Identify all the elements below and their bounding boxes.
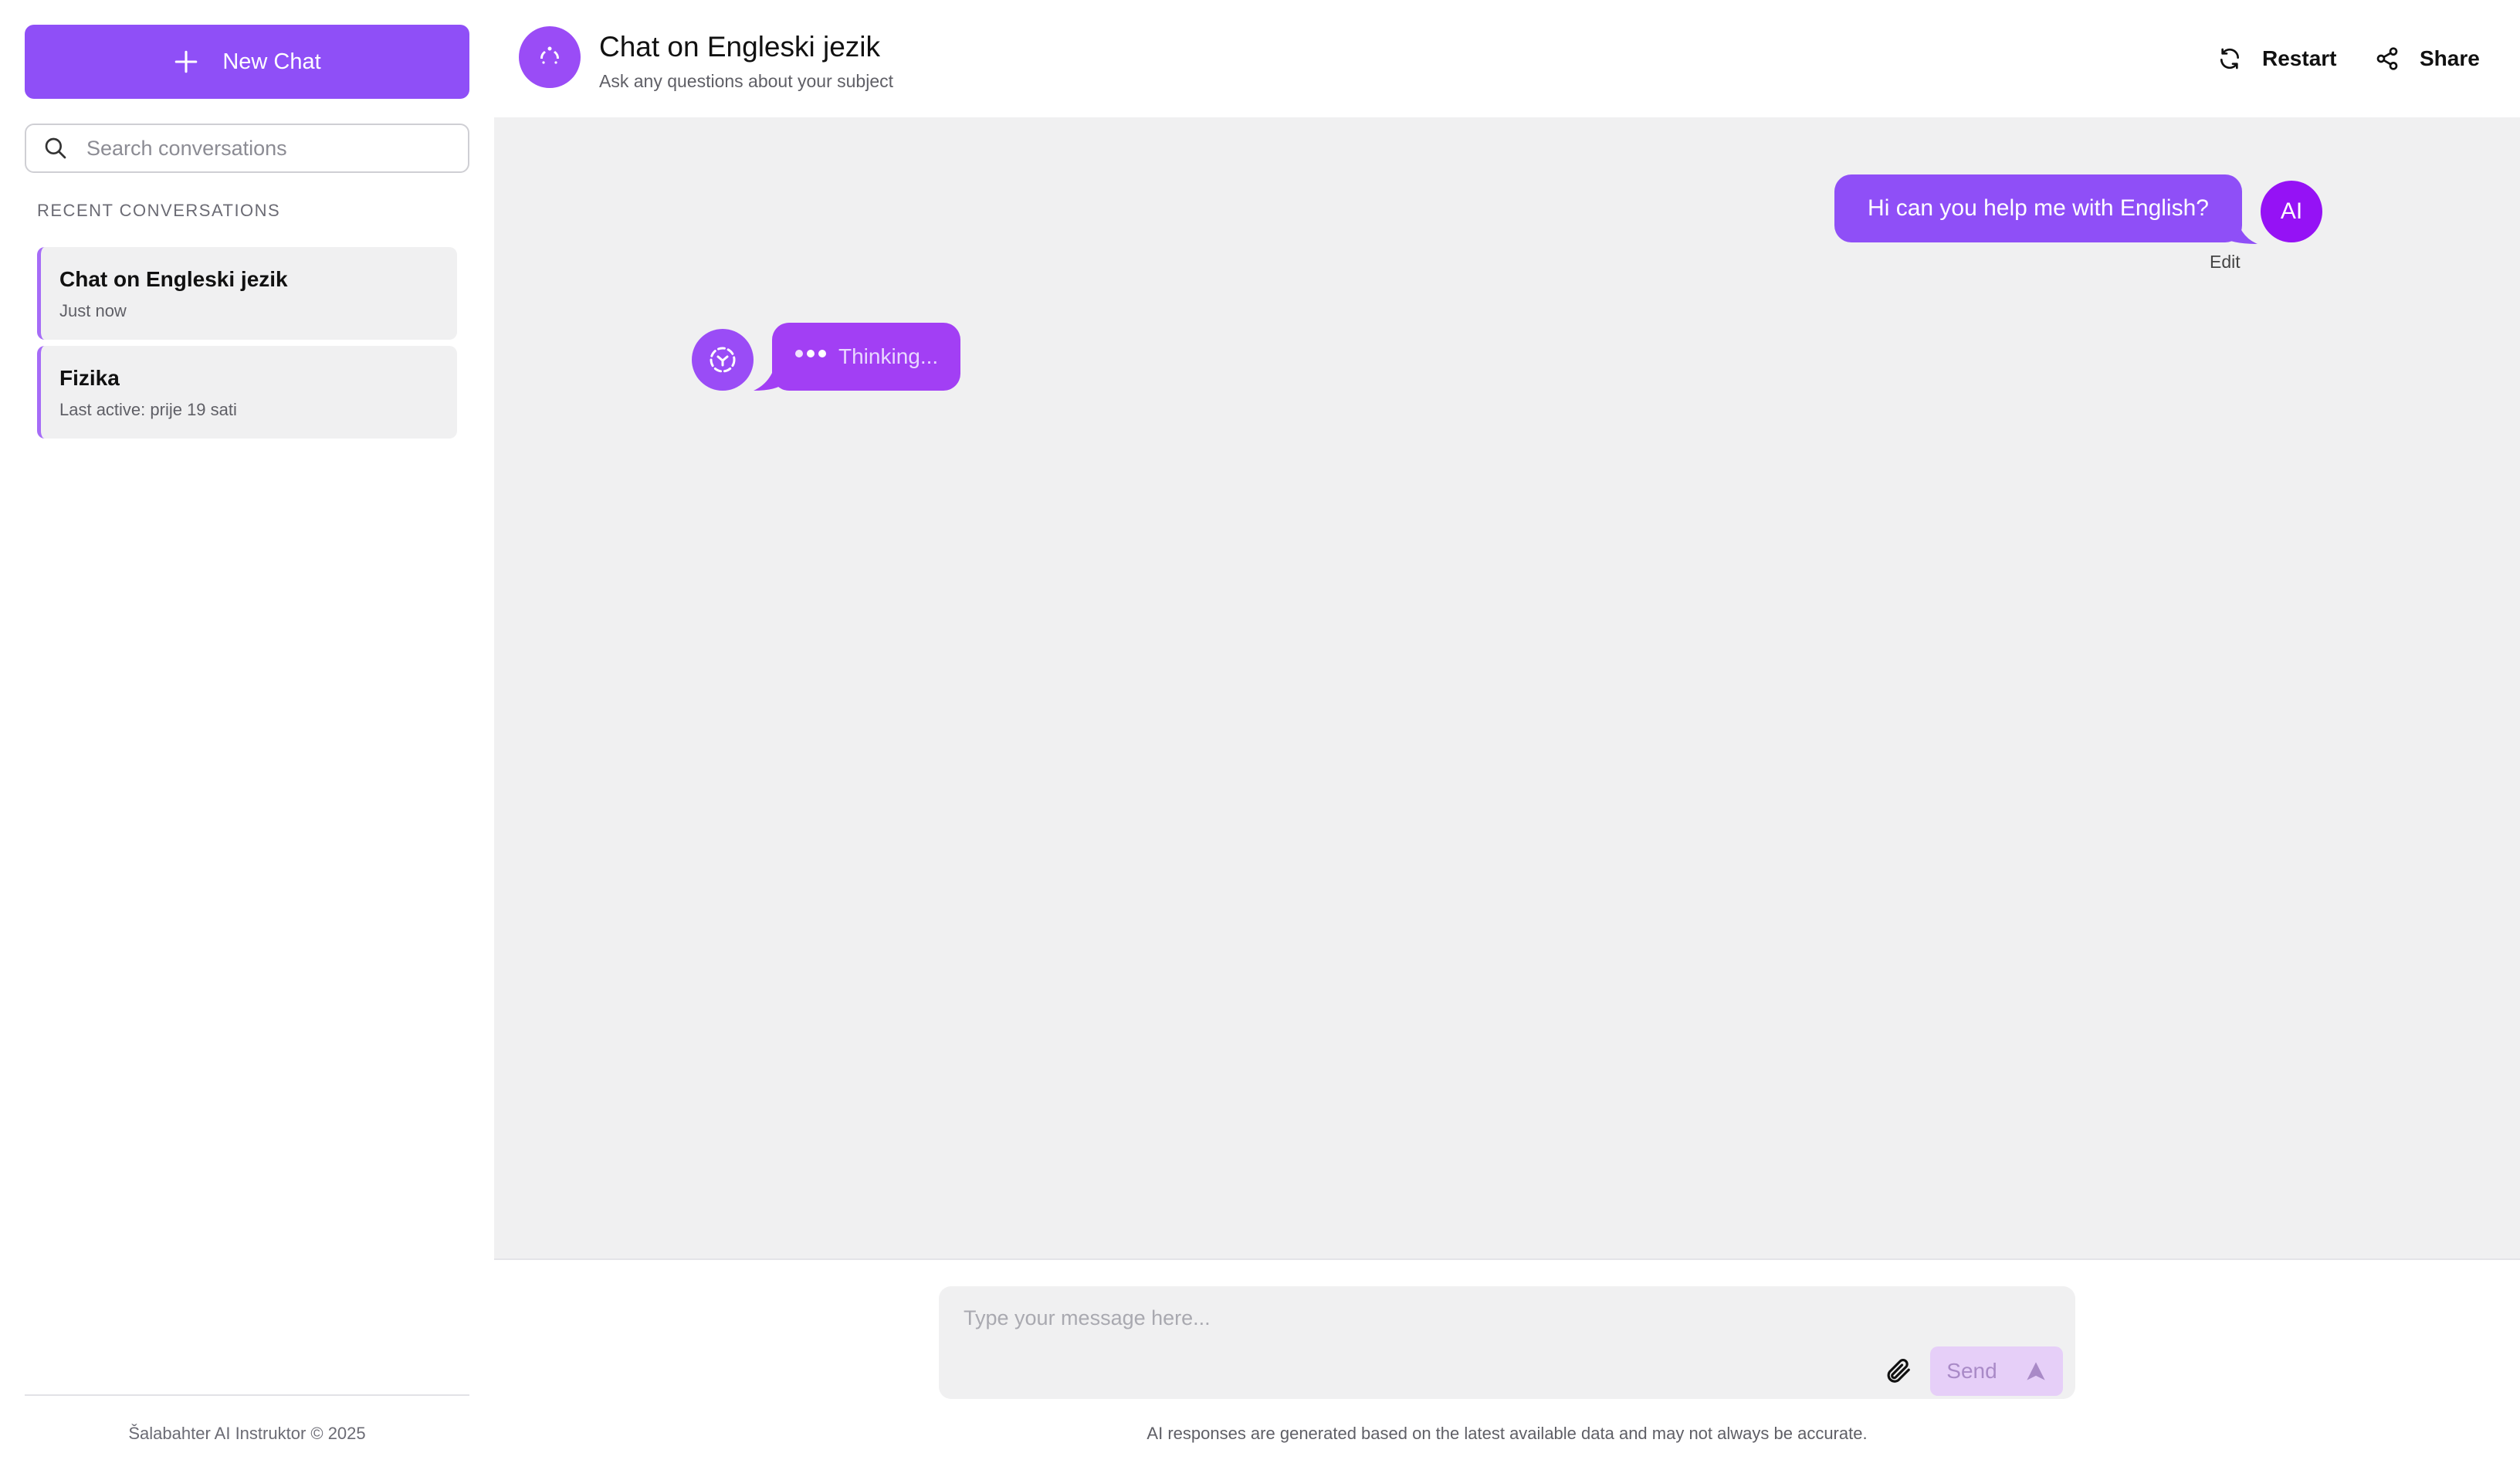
user-avatar: AI xyxy=(2261,181,2322,242)
sidebar-footer: Šalabahter AI Instruktor © 2025 xyxy=(128,1424,366,1443)
bot-message-bubble: Thinking... xyxy=(772,323,960,391)
brain-logo-icon xyxy=(540,46,560,64)
send-arrow-icon xyxy=(2027,1362,2045,1380)
plus-icon xyxy=(175,50,198,73)
conversation-item-fizika[interactable]: Fizika Last active: prije 19 sati xyxy=(37,346,457,439)
refresh-icon xyxy=(2220,48,2239,69)
search-input[interactable] xyxy=(86,136,442,161)
conversation-title: Fizika xyxy=(59,366,120,390)
app-root: New Chat RECENT CONVERSATIONS Chat on En… xyxy=(0,0,2520,1470)
search-box[interactable] xyxy=(25,124,469,173)
conversation-meta: Just now xyxy=(59,301,127,320)
user-message-bubble: Hi can you help me with English? xyxy=(1834,174,2242,242)
chat-header: Chat on Engleski jezik Ask any questions… xyxy=(494,0,2520,117)
send-label: Send xyxy=(1946,1359,1997,1383)
sidebar-divider xyxy=(25,1394,469,1396)
chat-avatar xyxy=(519,26,581,88)
share-icon xyxy=(2376,47,2398,70)
share-label: Share xyxy=(2420,46,2480,70)
typing-dots-icon xyxy=(795,350,826,357)
search-icon xyxy=(45,137,66,159)
edit-message-link[interactable]: Edit xyxy=(2210,252,2241,273)
share-button[interactable]: Share xyxy=(2375,39,2480,79)
new-chat-button[interactable]: New Chat xyxy=(25,25,469,99)
chat-title: Chat on Engleski jezik xyxy=(599,31,881,63)
bot-avatar xyxy=(692,329,754,391)
new-chat-label: New Chat xyxy=(222,49,321,74)
paperclip-icon xyxy=(1887,1359,1910,1383)
brain-logo-icon xyxy=(710,347,736,373)
restart-label: Restart xyxy=(2262,46,2337,70)
chat-area[interactable]: Hi can you help me with English? AI Edit… xyxy=(494,117,2520,1260)
conversation-title: Chat on Engleski jezik xyxy=(59,267,288,291)
conversation-meta: Last active: prije 19 sati xyxy=(59,400,237,419)
bot-status-text: Thinking... xyxy=(838,344,939,368)
chat-subtitle: Ask any questions about your subject xyxy=(599,71,894,91)
restart-button[interactable]: Restart xyxy=(2217,39,2336,79)
send-button[interactable]: Send xyxy=(1930,1346,2063,1396)
user-message-text: Hi can you help me with English? xyxy=(1868,195,2209,221)
message-input[interactable] xyxy=(964,1306,2029,1353)
attach-button[interactable] xyxy=(1882,1356,1913,1387)
recent-conversations-heading: RECENT CONVERSATIONS xyxy=(37,201,281,220)
sidebar: New Chat RECENT CONVERSATIONS Chat on En… xyxy=(0,0,494,1470)
conversation-item-engleski[interactable]: Chat on Engleski jezik Just now xyxy=(37,247,457,340)
message-composer: Send xyxy=(939,1286,2075,1399)
user-avatar-initials: AI xyxy=(2280,198,2303,224)
ai-disclaimer: AI responses are generated based on the … xyxy=(1147,1424,1868,1443)
